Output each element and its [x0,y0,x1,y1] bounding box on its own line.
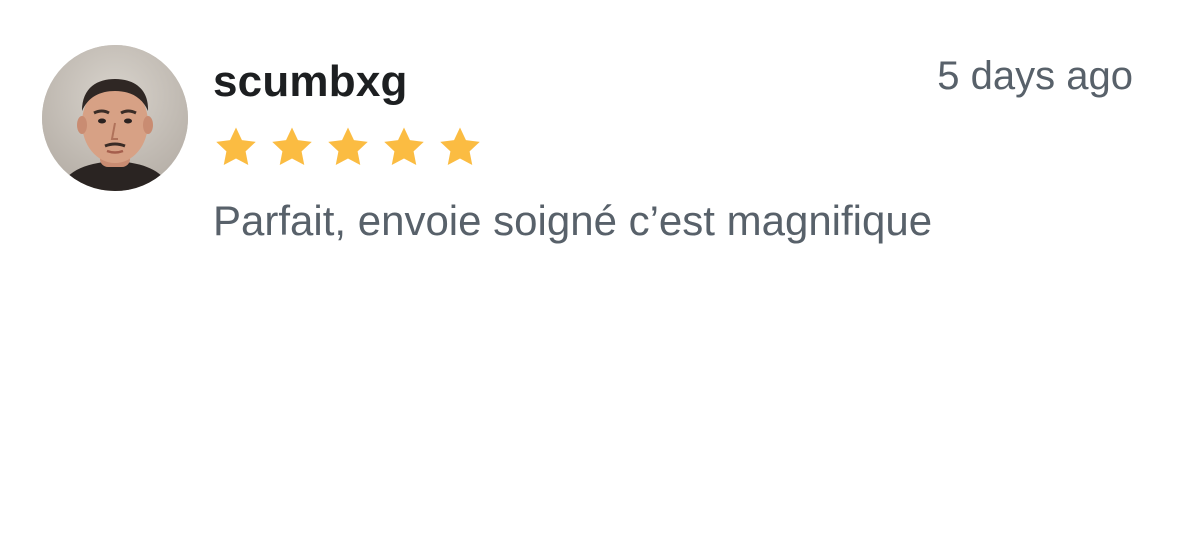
avatar[interactable] [42,45,188,191]
star-rating [212,124,484,170]
avatar-photo-icon [42,45,188,191]
star-icon [272,127,312,166]
star-icon [328,127,368,166]
star-icon [216,127,256,166]
review-author[interactable]: scumbxg [213,52,408,112]
review-body: Parfait, envoie soigné c’est magnifique [213,197,933,244]
star-icon [440,127,480,166]
star-icon [384,127,424,166]
review-card: scumbxg 5 days ago Parfait, envoie soign… [0,0,1179,554]
review-timestamp: 5 days ago [937,54,1133,98]
